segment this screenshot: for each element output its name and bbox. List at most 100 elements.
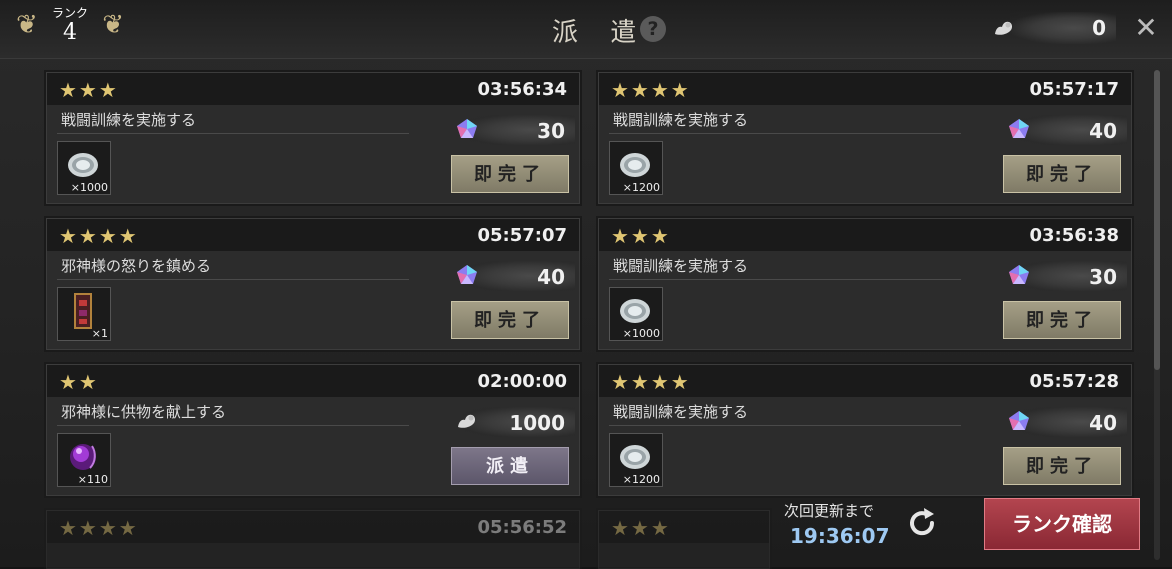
mission-timer: 03:56:34 <box>477 79 567 100</box>
mission-cost: 30 <box>447 113 575 147</box>
close-icon[interactable]: ✕ <box>1132 14 1160 42</box>
mission-cost: 40 <box>447 259 575 293</box>
cost-value: 30 <box>537 119 565 143</box>
purple-orb-icon <box>70 444 96 470</box>
dispatch-window: ❦ ランク 4 ❦ 派 遣 ? 0 ✕ ★★★ 03:56:34 戦闘訓練を実施… <box>0 0 1172 569</box>
refresh-icon[interactable] <box>904 505 940 541</box>
header-bar: ❦ ランク 4 ❦ 派 遣 ? 0 ✕ <box>0 0 1172 59</box>
mission-header: ★★★ <box>599 511 769 543</box>
cost-value: 30 <box>1089 265 1117 289</box>
divider <box>609 425 961 426</box>
divider <box>57 425 409 426</box>
mission-header: ★★ 02:00:00 <box>47 365 579 397</box>
mission-timer: 05:57:07 <box>477 225 567 246</box>
gem-icon <box>1009 265 1029 284</box>
star-rating: ★★★★ <box>611 78 691 102</box>
rank-value: 4 <box>63 20 77 45</box>
ornament-right-icon: ❦ <box>102 10 124 40</box>
mission-name: 戦闘訓練を実施する <box>61 111 197 129</box>
instant-complete-button[interactable]: 即完了 <box>1003 447 1121 485</box>
mission-name: 戦闘訓練を実施する <box>613 111 749 129</box>
cost-value: 40 <box>537 265 565 289</box>
mission-card[interactable]: ★★★★ 05:56:52 <box>46 510 580 569</box>
divider <box>57 133 409 134</box>
stamina-counter: 0 <box>992 12 1116 44</box>
silver-coin-icon <box>620 153 650 177</box>
reward-item[interactable]: ×1000 <box>57 141 111 195</box>
divider <box>609 279 961 280</box>
refresh-label: 次回更新まで <box>784 502 875 520</box>
reward-item[interactable]: ×1200 <box>609 433 663 487</box>
page-title: 派 遣 <box>552 18 649 48</box>
mission-header: ★★★★ 05:57:17 <box>599 73 1131 105</box>
rank-check-button[interactable]: ランク確認 <box>984 498 1140 550</box>
star-rating: ★★★ <box>59 78 119 102</box>
reward-quantity: ×1200 <box>622 181 660 194</box>
cost-value: 40 <box>1089 119 1117 143</box>
instant-complete-button[interactable]: 即完了 <box>451 301 569 339</box>
mission-header: ★★★ 03:56:34 <box>47 73 579 105</box>
mission-cost: 30 <box>999 259 1127 293</box>
mission-timer: 05:57:17 <box>1029 79 1119 100</box>
star-rating: ★★ <box>59 370 99 394</box>
mission-timer: 03:56:38 <box>1029 225 1119 246</box>
mission-header: ★★★★ 05:57:28 <box>599 365 1131 397</box>
mission-card: ★★★★ 05:57:17 戦闘訓練を実施する 40 ×1200 即完了 <box>598 72 1132 204</box>
scrollbar[interactable] <box>1154 70 1160 560</box>
mission-card: ★★★ 03:56:34 戦闘訓練を実施する 30 ×1000 即完了 <box>46 72 580 204</box>
reward-item[interactable]: ×1000 <box>609 287 663 341</box>
cost-value: 40 <box>1089 411 1117 435</box>
help-icon[interactable]: ? <box>640 16 666 42</box>
instant-complete-button[interactable]: 即完了 <box>1003 155 1121 193</box>
mission-timer: 05:56:52 <box>477 517 567 538</box>
silver-coin-icon <box>68 153 98 177</box>
silver-coin-icon <box>620 445 650 469</box>
star-rating: ★★★★ <box>59 224 139 248</box>
star-rating: ★★★ <box>611 224 671 248</box>
gem-icon <box>457 119 477 138</box>
stamina-value: 0 <box>1092 16 1106 40</box>
refresh-countdown: 19:36:07 <box>790 524 890 548</box>
instant-complete-button[interactable]: 即完了 <box>451 155 569 193</box>
star-rating: ★★★★ <box>611 370 691 394</box>
star-rating: ★★★ <box>611 516 671 540</box>
reward-quantity: ×1000 <box>622 327 660 340</box>
rank-emblem: ❦ ランク 4 ❦ <box>12 2 128 56</box>
reward-item[interactable]: ×1200 <box>609 141 663 195</box>
mission-card[interactable]: ★★★ <box>598 510 770 569</box>
gem-icon <box>1009 119 1029 138</box>
divider <box>609 133 961 134</box>
arm-icon <box>458 414 476 428</box>
silver-coin-icon <box>620 299 650 323</box>
dispatch-button[interactable]: 派遣 <box>451 447 569 485</box>
reward-quantity: ×1000 <box>70 181 108 194</box>
divider <box>57 279 409 280</box>
gem-icon <box>1009 411 1029 430</box>
mission-card: ★★★ 03:56:38 戦闘訓練を実施する 30 ×1000 即完了 <box>598 218 1132 350</box>
rank-label: ランク <box>51 6 88 20</box>
mission-timer: 02:00:00 <box>477 371 567 392</box>
mission-name: 邪神様に供物を献上する <box>61 403 227 421</box>
reward-item[interactable]: ×110 <box>57 433 111 487</box>
ornament-left-icon: ❦ <box>16 10 38 40</box>
mission-name: 戦闘訓練を実施する <box>613 403 749 421</box>
reward-quantity: ×110 <box>77 473 108 486</box>
mission-header: ★★★★ 05:57:07 <box>47 219 579 251</box>
mission-card: ★★★★ 05:57:28 戦闘訓練を実施する 40 ×1200 即完了 <box>598 364 1132 496</box>
gem-icon <box>457 265 477 284</box>
mission-cost: 1000 <box>447 405 575 439</box>
star-rating: ★★★★ <box>59 516 139 540</box>
reward-quantity: ×1 <box>91 327 108 340</box>
mission-name: 邪神様の怒りを鎮める <box>61 257 212 275</box>
mission-header: ★★★★ 05:56:52 <box>47 511 579 543</box>
mission-cost: 40 <box>999 113 1127 147</box>
mission-cost: 40 <box>999 405 1127 439</box>
reward-quantity: ×1200 <box>622 473 660 486</box>
scrollbar-thumb[interactable] <box>1154 70 1160 370</box>
scroll-item-icon <box>74 293 92 329</box>
mission-card: ★★★★ 05:57:07 邪神様の怒りを鎮める 40 ×1 即完了 <box>46 218 580 350</box>
mission-header: ★★★ 03:56:38 <box>599 219 1131 251</box>
instant-complete-button[interactable]: 即完了 <box>1003 301 1121 339</box>
arm-icon <box>995 21 1013 35</box>
reward-item[interactable]: ×1 <box>57 287 111 341</box>
